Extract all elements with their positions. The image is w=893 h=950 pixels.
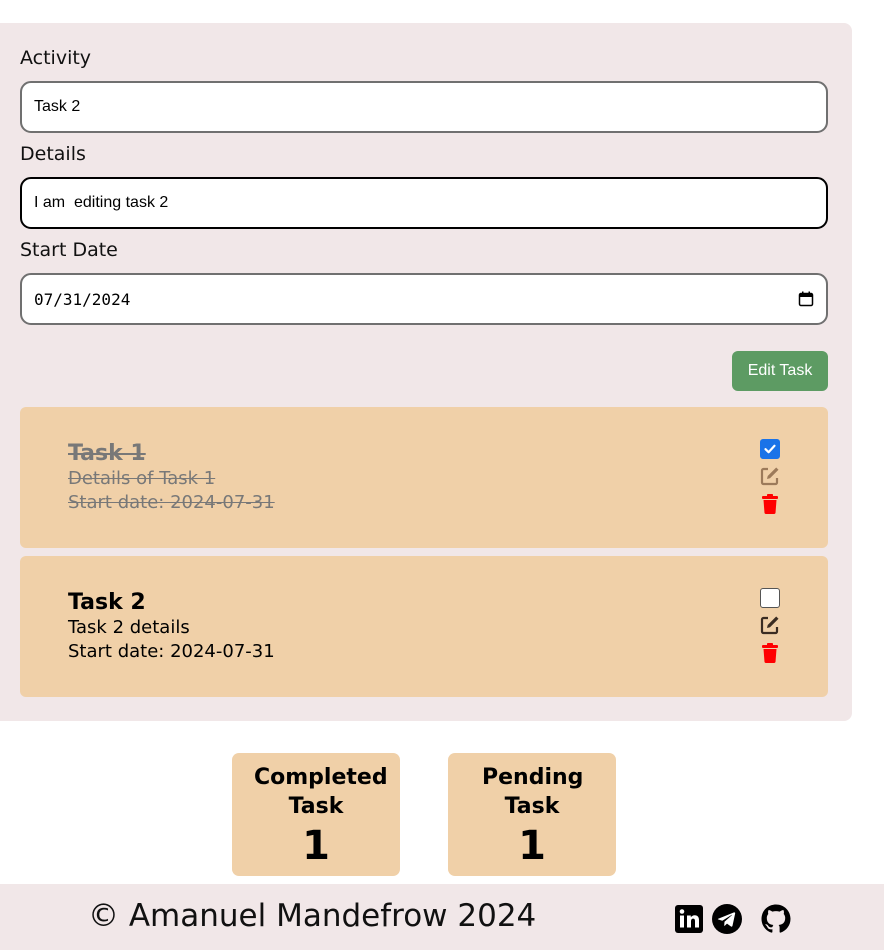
copyright-text: © Amanuel Mandefrow 2024 <box>88 898 537 934</box>
start-date-label: Start Date <box>20 239 118 261</box>
task-details: Task 2 details <box>68 617 190 638</box>
pending-task-label: Pending Task <box>482 765 584 819</box>
task-title: Task 2 <box>68 590 146 615</box>
trash-icon[interactable] <box>759 493 781 515</box>
telegram-icon[interactable] <box>711 903 743 935</box>
completed-task-count: 1 <box>302 823 330 869</box>
task-complete-checkbox[interactable] <box>760 588 780 608</box>
completed-task-card: Completed Task 1 <box>232 753 400 876</box>
task-actions <box>759 588 781 664</box>
edit-icon[interactable] <box>759 465 781 487</box>
activity-input-value: Task 2 <box>34 98 81 115</box>
task-card: Task 2 Task 2 details Start date: 2024-0… <box>20 556 828 697</box>
details-label: Details <box>20 143 86 165</box>
footer: © Amanuel Mandefrow 2024 <box>0 884 884 950</box>
task-text: Task 1 Details of Task 1 Start date: 202… <box>68 441 275 515</box>
details-input-value: I am editing task 2 <box>34 194 169 211</box>
pending-task-card: Pending Task 1 <box>448 753 616 876</box>
activity-label: Activity <box>20 47 92 69</box>
activity-input[interactable]: Task 2 <box>20 81 828 133</box>
edit-task-button[interactable]: Edit Task <box>732 351 828 391</box>
edit-icon[interactable] <box>759 614 781 636</box>
calendar-icon[interactable] <box>798 291 814 307</box>
task-complete-checkbox[interactable] <box>760 439 780 459</box>
task-start-date: Start date: 2024-07-31 <box>68 492 275 513</box>
start-date-value: 07/31/2024 <box>34 289 131 309</box>
pending-task-count: 1 <box>518 823 546 869</box>
task-card: Task 1 Details of Task 1 Start date: 202… <box>20 407 828 548</box>
task-details: Details of Task 1 <box>68 468 216 489</box>
task-start-date: Start date: 2024-07-31 <box>68 641 275 662</box>
task-text: Task 2 Task 2 details Start date: 2024-0… <box>68 590 275 664</box>
trash-icon[interactable] <box>759 642 781 664</box>
task-actions <box>759 439 781 515</box>
checkmark-icon <box>764 444 776 454</box>
completed-task-label: Completed Task <box>254 765 388 819</box>
start-date-input[interactable]: 07/31/2024 <box>20 273 828 325</box>
task-title: Task 1 <box>68 441 146 466</box>
details-input[interactable]: I am editing task 2 <box>20 177 828 229</box>
linkedin-icon[interactable] <box>673 903 705 935</box>
github-icon[interactable] <box>760 903 792 935</box>
